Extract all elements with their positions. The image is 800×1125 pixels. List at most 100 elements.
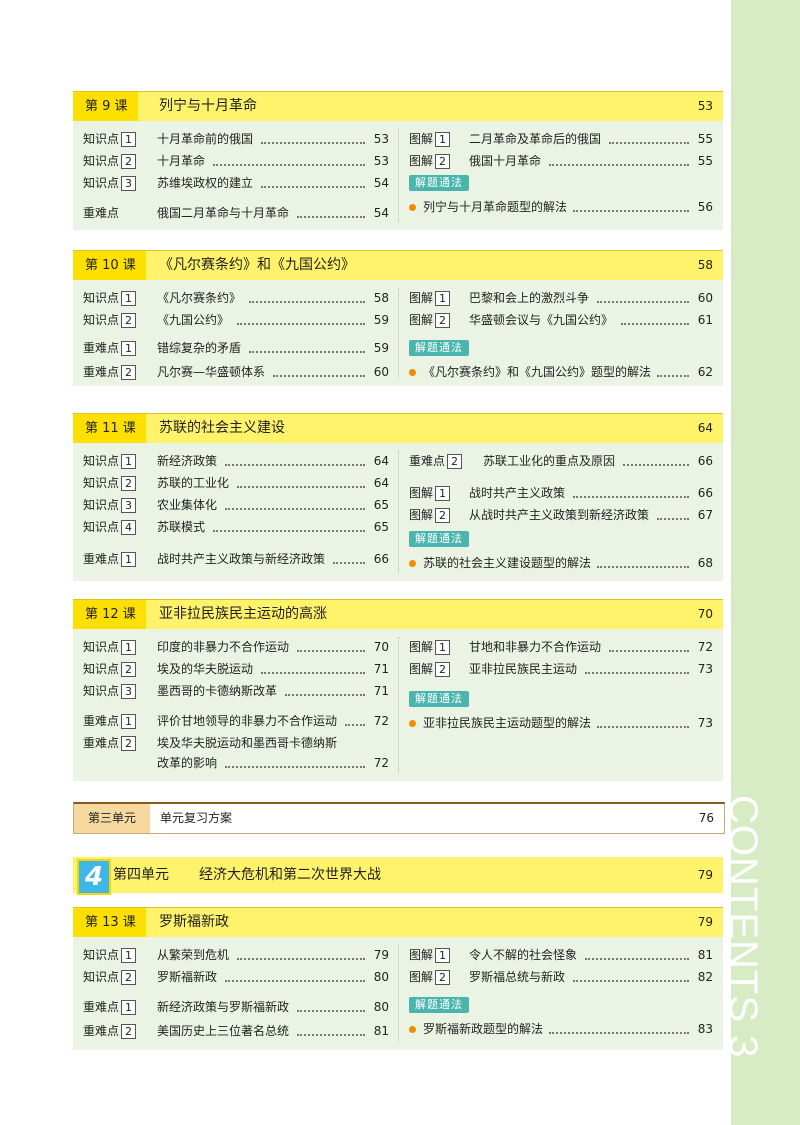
lesson11-header-bar[interactable]: 第 11 课苏联的社会主义建设 64 <box>73 413 723 443</box>
toc-entry[interactable]: 知识点 2 罗斯福新政 80 <box>83 967 389 987</box>
toc-entry[interactable]: 重难点 1 新经济政策与罗斯福新政 80 <box>83 997 389 1017</box>
toc-entry[interactable]: 重难点 1 战时共产主义政策与新经济政策 66 <box>83 549 389 569</box>
toc-entry[interactable]: 知识点 1 印度的非暴力不合作运动 70 <box>83 637 389 657</box>
toc-entry[interactable]: 图解 2 亚非拉民族民主运动 73 <box>409 659 713 679</box>
toc-entry[interactable]: 图解 2 俄国十月革命 55 <box>409 151 713 171</box>
lesson12-section: 第 12 课亚非拉民族民主运动的高涨 70 知识点 1 印度的非暴力不合作运动 70 知识点… <box>73 599 723 781</box>
entry-page: 64 <box>373 454 389 468</box>
lesson10-header-bar[interactable]: 第 10 课《凡尔赛条约》和《九国公约》 58 <box>73 250 723 280</box>
toc-entry[interactable]: 图解 1 巴黎和会上的激烈斗争 60 <box>409 288 713 308</box>
entry-number-box: 2 <box>435 970 450 985</box>
lesson13-section: 第 13 课罗斯福新政 79 知识点 1 从繁荣到危机 79 知识点 2 罗斯福新政 80 重难点 1… <box>73 907 723 1050</box>
entry-title: 巴黎和会上的激烈斗争 <box>469 291 590 305</box>
entry-title: 从战时共产主义政策到新经济政策 <box>469 508 650 522</box>
entry-page: 53 <box>373 132 389 146</box>
toc-entry[interactable]: 图解 1 甘地和非暴力不合作运动 72 <box>409 637 713 657</box>
entry-tag: 图解 <box>409 313 434 327</box>
toc-entry[interactable]: 知识点 2 苏联的工业化 64 <box>83 473 389 493</box>
entry-page: 71 <box>373 662 389 676</box>
toc-entry[interactable]: 图解 2 华盛顿会议与《九国公约》 61 <box>409 310 713 330</box>
toc-entry[interactable]: 重难点 2 苏联工业化的重点及原因 66 <box>409 451 713 471</box>
method-entry[interactable]: 苏联的社会主义建设题型的解法 68 <box>409 553 713 573</box>
entry-number-box: 2 <box>435 313 450 328</box>
toc-entry[interactable]: 图解 2 罗斯福总统与新政 82 <box>409 967 713 987</box>
lesson13-header-bar[interactable]: 第 13 课罗斯福新政 79 <box>73 907 723 937</box>
entry-number-box: 2 <box>121 970 136 985</box>
entry-title: 从繁荣到危机 <box>157 948 230 962</box>
toc-entry[interactable]: 知识点 3 苏维埃政权的建立 54 <box>83 173 389 193</box>
lesson9-header-bar[interactable]: 第 9 课 列宁与十月革命 53 <box>73 91 723 121</box>
toc-entry[interactable]: 图解 1 令人不解的社会怪象 81 <box>409 945 713 965</box>
entry-title: 埃及华夫脱运动和墨西哥卡德纳斯 <box>157 736 338 750</box>
method-entry-page: 68 <box>697 556 713 570</box>
dot-leader <box>609 650 689 652</box>
dot-leader <box>597 566 689 568</box>
toc-entry[interactable]: 重难点 2 美国历史上三位著名总统 81 <box>83 1021 389 1041</box>
entry-title: 凡尔赛—华盛顿体系 <box>157 365 266 379</box>
toc-entry[interactable]: 知识点 1 新经济政策 64 <box>83 451 389 471</box>
toc-entry[interactable]: 改革的影响 72 <box>83 753 389 773</box>
entry-tag: 重难点 <box>83 206 120 220</box>
toc-entry[interactable]: 重难点 1 错综复杂的矛盾 59 <box>83 338 389 358</box>
entry-tag: 图解 <box>409 154 434 168</box>
entry-title: 评价甘地领导的非暴力不合作运动 <box>157 714 338 728</box>
lesson-title: 《凡尔赛条约》和《九国公约》 <box>159 257 355 273</box>
toc-entry[interactable]: 知识点 1 从繁荣到危机 79 <box>83 945 389 965</box>
lesson-badge: 第 13 课 <box>73 908 146 937</box>
toc-entry[interactable]: 知识点 1 《凡尔赛条约》 58 <box>83 288 389 308</box>
unit-4-number-icon: 4 <box>77 859 111 895</box>
toc-entry[interactable]: 知识点 2 埃及的华夫脱运动 71 <box>83 659 389 679</box>
toc-entry[interactable]: 知识点 2 《九国公约》 59 <box>83 310 389 330</box>
entry-title: 《凡尔赛条约》 <box>157 291 242 305</box>
dot-leader <box>225 464 365 466</box>
unit-4-header[interactable]: 4 第四单元 经济大危机和第二次世界大战 79 <box>73 857 723 895</box>
entry-title: 甘地和非暴力不合作运动 <box>469 640 602 654</box>
lesson12-header-bar[interactable]: 第 12 课亚非拉民族民主运动的高涨 70 <box>73 599 723 629</box>
dot-leader <box>585 672 689 674</box>
method-entry[interactable]: 列宁与十月革命题型的解法 56 <box>409 197 713 217</box>
entry-title: 印度的非暴力不合作运动 <box>157 640 290 654</box>
entry-title: 罗斯福新政 <box>157 970 218 984</box>
dot-leader <box>297 216 365 218</box>
toc-entry[interactable]: 重难点 2 凡尔赛—华盛顿体系 60 <box>83 362 389 382</box>
toc-entry[interactable]: 知识点 1 十月革命前的俄国 53 <box>83 129 389 149</box>
unit-3-review-row[interactable]: 第三单元 单元复习方案 76 <box>73 802 725 834</box>
entry-page: 70 <box>373 640 389 654</box>
entry-title: 新经济政策与罗斯福新政 <box>157 1000 290 1014</box>
entry-page: 82 <box>697 970 713 984</box>
toc-entry[interactable]: 知识点 3 农业集体化 65 <box>83 495 389 515</box>
toc-entry[interactable]: 重难点 俄国二月革命与十月革命 54 <box>83 203 389 223</box>
lesson-page: 64 <box>697 421 713 435</box>
toc-entry[interactable]: 图解 2 从战时共产主义政策到新经济政策 67 <box>409 505 713 525</box>
method-entry[interactable]: 《凡尔赛条约》和《九国公约》题型的解法 62 <box>409 362 713 382</box>
entry-title: 罗斯福总统与新政 <box>469 970 566 984</box>
lesson-page: 70 <box>697 607 713 621</box>
entry-page: 64 <box>373 476 389 490</box>
toc-entry[interactable]: 知识点 2 十月革命 53 <box>83 151 389 171</box>
lesson12-entries: 知识点 1 印度的非暴力不合作运动 70 知识点 2 埃及的华夫脱运动 71 知识点 3 墨西哥的卡… <box>73 629 723 781</box>
entry-number-box: 1 <box>121 714 136 729</box>
entry-number-box: 1 <box>121 1000 136 1015</box>
toc-entry[interactable]: 知识点 3 墨西哥的卡德纳斯改革 71 <box>83 681 389 701</box>
entry-page: 80 <box>373 1000 389 1014</box>
bullet-icon <box>409 369 416 376</box>
method-entry[interactable]: 罗斯福新政题型的解法 83 <box>409 1019 713 1039</box>
toc-entry[interactable]: 重难点 1 评价甘地领导的非暴力不合作运动 72 <box>83 711 389 731</box>
entry-tag: 知识点 <box>83 498 120 512</box>
entry-page: 53 <box>373 154 389 168</box>
entry-tag: 知识点 <box>83 132 120 146</box>
entry-page: 54 <box>373 176 389 190</box>
entry-number-box: 1 <box>435 640 450 655</box>
lesson-badge: 第 12 课 <box>73 600 146 629</box>
method-entry-page: 62 <box>697 365 713 379</box>
toc-entry[interactable]: 重难点 2 埃及华夫脱运动和墨西哥卡德纳斯 <box>83 733 389 753</box>
entry-title: 亚非拉民族民主运动 <box>469 662 578 676</box>
entry-number-box: 1 <box>121 948 136 963</box>
method-entry[interactable]: 亚非拉民族民主运动题型的解法 73 <box>409 713 713 733</box>
entry-tag: 图解 <box>409 508 434 522</box>
toc-entry[interactable]: 知识点 4 苏联模式 65 <box>83 517 389 537</box>
toc-entry[interactable]: 图解 1 二月革命及革命后的俄国 55 <box>409 129 713 149</box>
entry-tag: 图解 <box>409 291 434 305</box>
entry-tag: 知识点 <box>83 154 120 168</box>
toc-entry[interactable]: 图解 1 战时共产主义政策 66 <box>409 483 713 503</box>
